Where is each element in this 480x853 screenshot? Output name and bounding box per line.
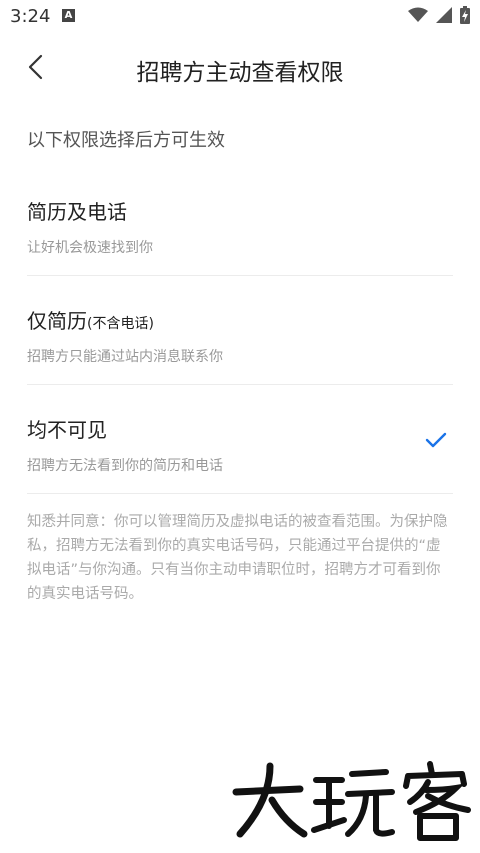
option-title-note: (不含电话) [87,316,154,332]
option-title-main: 仅简历 [27,309,87,333]
option-title: 简历及电话 [27,196,453,225]
header: 招聘方主动查看权限 [0,34,480,100]
status-bar: 3:24 A [0,0,480,34]
notification-a-icon: A [62,9,75,22]
divider [27,493,453,494]
option-resume-only[interactable]: 仅简历(不含电话) 招聘方只能通过站内消息联系你 [27,305,453,366]
wifi-icon [408,7,428,22]
privacy-notice: 知悉并同意：你可以管理简历及虚拟电话的被查看范围。为保护隐私，招聘方无法看到你的… [27,514,448,602]
page-title: 招聘方主动查看权限 [136,60,344,86]
option-title-main: 简历及电话 [27,200,127,224]
option-none-visible[interactable]: 均不可见 招聘方无法看到你的简历和电话 [27,414,453,475]
divider [27,275,453,276]
check-icon [425,432,447,448]
signal-icon [436,7,452,23]
option-resume-and-phone[interactable]: 简历及电话 让好机会极速找到你 [27,196,453,257]
option-desc: 招聘方无法看到你的简历和电话 [27,458,223,474]
option-title: 仅简历(不含电话) [27,305,453,334]
status-time: 3:24 [10,6,51,27]
option-desc: 让好机会极速找到你 [27,240,153,256]
intro-text: 以下权限选择后方可生效 [27,130,225,151]
battery-charging-icon [460,6,470,24]
option-title: 均不可见 [27,414,453,443]
watermark-logo [232,761,471,841]
option-title-main: 均不可见 [27,418,107,442]
divider [27,384,453,385]
status-icons [408,6,470,24]
option-desc: 招聘方只能通过站内消息联系你 [27,349,223,365]
